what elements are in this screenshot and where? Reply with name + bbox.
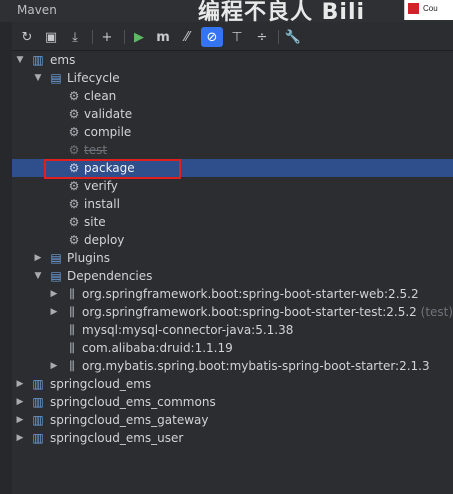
dependency-item[interactable]: ▶ ⫼ org.mybatis.spring.boot:mybatis-spri… — [12, 357, 453, 375]
library-icon: ⫼ — [69, 287, 75, 301]
dependency-item[interactable]: ⫼ mysql:mysql-connector-java:5.1.38 — [12, 321, 453, 339]
tree-node-dependencies[interactable]: ▼ ▤ Dependencies — [12, 267, 453, 285]
maven-project-icon: ▥ — [32, 431, 44, 445]
chevron-right-icon[interactable]: ▶ — [49, 357, 59, 375]
chevron-down-icon[interactable]: ▼ — [33, 267, 43, 285]
browser-tab-fragment[interactable]: Cou — [404, 0, 453, 20]
goal-label: site — [84, 215, 106, 229]
tree-node-label: springcloud_ems — [50, 377, 152, 391]
dependency-item[interactable]: ▶ ⫼ org.springframework.boot:spring-boot… — [12, 303, 453, 321]
show-dependencies-icon[interactable]: ⊤ — [226, 27, 248, 47]
goal-compile[interactable]: ⚙ compile — [12, 123, 453, 141]
dependency-label: org.springframework.boot:spring-boot-sta… — [82, 287, 419, 301]
toolbar-separator — [92, 30, 93, 44]
library-icon: ⫼ — [69, 305, 75, 319]
tree-node-ems[interactable]: ▼ ▥ ems — [12, 51, 453, 69]
library-icon: ⫼ — [69, 323, 75, 337]
goal-install[interactable]: ⚙ install — [12, 195, 453, 213]
dependency-name: org.springframework.boot:spring-boot-sta… — [82, 305, 417, 319]
lifecycle-folder-icon: ▤ — [50, 71, 62, 85]
chevron-right-icon[interactable]: ▶ — [49, 285, 59, 303]
tab-label: Cou — [423, 4, 438, 13]
gear-icon: ⚙ — [68, 89, 80, 103]
goal-test[interactable]: ⚙ test — [12, 141, 453, 159]
gear-icon: ⚙ — [68, 125, 80, 139]
goal-label: clean — [84, 89, 117, 103]
dependency-item[interactable]: ▶ ⫼ org.springframework.boot:spring-boot… — [12, 285, 453, 303]
tree-node-springcloud-ems[interactable]: ▶ ▥ springcloud_ems — [12, 375, 453, 393]
tree-node-label: springcloud_ems_user — [50, 431, 184, 445]
goal-validate[interactable]: ⚙ validate — [12, 105, 453, 123]
tree-node-springcloud-ems-gateway[interactable]: ▶ ▥ springcloud_ems_gateway — [12, 411, 453, 429]
tool-window-title: Maven — [17, 3, 57, 17]
goal-clean[interactable]: ⚙ clean — [12, 87, 453, 105]
gear-icon: ⚙ — [68, 179, 80, 193]
chevron-right-icon[interactable]: ▶ — [49, 303, 59, 321]
chevron-right-icon[interactable]: ▶ — [15, 393, 25, 411]
gear-icon: ⚙ — [68, 143, 80, 157]
tree-node-label: Plugins — [67, 251, 110, 265]
tab-logo-icon — [408, 3, 419, 14]
maven-project-icon: ▥ — [32, 53, 44, 67]
maven-toolbar: ↻ ▣ ⤓ + ▶ m ⁄⁄ ⊘ ⊤ ÷ 🔧 — [12, 24, 453, 51]
toolbar-separator — [278, 30, 279, 44]
tree-node-label: springcloud_ems_gateway — [50, 413, 209, 427]
goal-label: deploy — [84, 233, 125, 247]
reload-icon[interactable]: ↻ — [16, 27, 38, 47]
goal-site[interactable]: ⚙ site — [12, 213, 453, 231]
skip-tests-icon[interactable]: ⊘ — [201, 27, 223, 47]
left-tool-strip — [0, 0, 12, 494]
tree-node-label: springcloud_ems_commons — [50, 395, 216, 409]
goal-label: install — [84, 197, 120, 211]
tree-node-plugins[interactable]: ▶ ▤ Plugins — [12, 249, 453, 267]
settings-icon[interactable]: 🔧 — [282, 27, 304, 47]
dependency-label: com.alibaba:druid:1.1.19 — [82, 341, 233, 355]
chevron-right-icon[interactable]: ▶ — [33, 249, 43, 267]
tree-node-lifecycle[interactable]: ▼ ▤ Lifecycle — [12, 69, 453, 87]
tree-node-label: ems — [50, 53, 76, 67]
add-icon[interactable]: + — [96, 27, 118, 47]
tree-node-label: Dependencies — [67, 269, 153, 283]
dependency-item[interactable]: ⫼ com.alibaba:druid:1.1.19 — [12, 339, 453, 357]
gear-icon: ⚙ — [68, 107, 80, 121]
tree-node-springcloud-ems-user[interactable]: ▶ ▥ springcloud_ems_user — [12, 429, 453, 447]
maven-project-icon: ▥ — [32, 395, 44, 409]
library-icon: ⫼ — [69, 359, 75, 373]
goal-deploy[interactable]: ⚙ deploy — [12, 231, 453, 249]
dependency-label: mysql:mysql-connector-java:5.1.38 — [82, 323, 294, 337]
goal-label: verify — [84, 179, 118, 193]
toolbar-separator — [124, 30, 125, 44]
download-sources-icon[interactable]: ⤓ — [64, 27, 86, 47]
run-icon[interactable]: ▶ — [128, 27, 150, 47]
dependencies-folder-icon: ▤ — [50, 269, 62, 283]
dependency-label: org.springframework.boot:spring-boot-sta… — [82, 303, 453, 321]
chevron-down-icon[interactable]: ▼ — [33, 69, 43, 87]
dependency-label: org.mybatis.spring.boot:mybatis-spring-b… — [82, 359, 430, 373]
dependency-scope: (test) — [420, 305, 453, 319]
goal-label: test — [84, 143, 108, 157]
chevron-right-icon[interactable]: ▶ — [15, 411, 25, 429]
collapse-all-icon[interactable]: ÷ — [251, 27, 273, 47]
tool-window-header: Maven 编程不良人 Bili Cou — [0, 0, 453, 25]
chevron-down-icon[interactable]: ▼ — [15, 51, 25, 69]
execute-goal-icon[interactable]: m — [152, 27, 174, 47]
tree-node-label: Lifecycle — [67, 71, 120, 85]
goal-verify[interactable]: ⚙ verify — [12, 177, 453, 195]
gear-icon: ⚙ — [68, 197, 80, 211]
toggle-offline-icon[interactable]: ⁄⁄ — [176, 27, 198, 47]
plugins-folder-icon: ▤ — [50, 251, 62, 265]
add-maven-project-icon[interactable]: ▣ — [40, 27, 62, 47]
tree-node-springcloud-ems-commons[interactable]: ▶ ▥ springcloud_ems_commons — [12, 393, 453, 411]
chevron-right-icon[interactable]: ▶ — [15, 375, 25, 393]
maven-project-icon: ▥ — [32, 413, 44, 427]
highlight-annotation-box — [44, 159, 181, 179]
goal-label: compile — [84, 125, 132, 139]
watermark-overlay: 编程不良人 Bili — [198, 0, 366, 25]
chevron-right-icon[interactable]: ▶ — [15, 429, 25, 447]
maven-project-icon: ▥ — [32, 377, 44, 391]
gear-icon: ⚙ — [68, 215, 80, 229]
goal-label: validate — [84, 107, 133, 121]
library-icon: ⫼ — [69, 341, 75, 355]
gear-icon: ⚙ — [68, 233, 80, 247]
